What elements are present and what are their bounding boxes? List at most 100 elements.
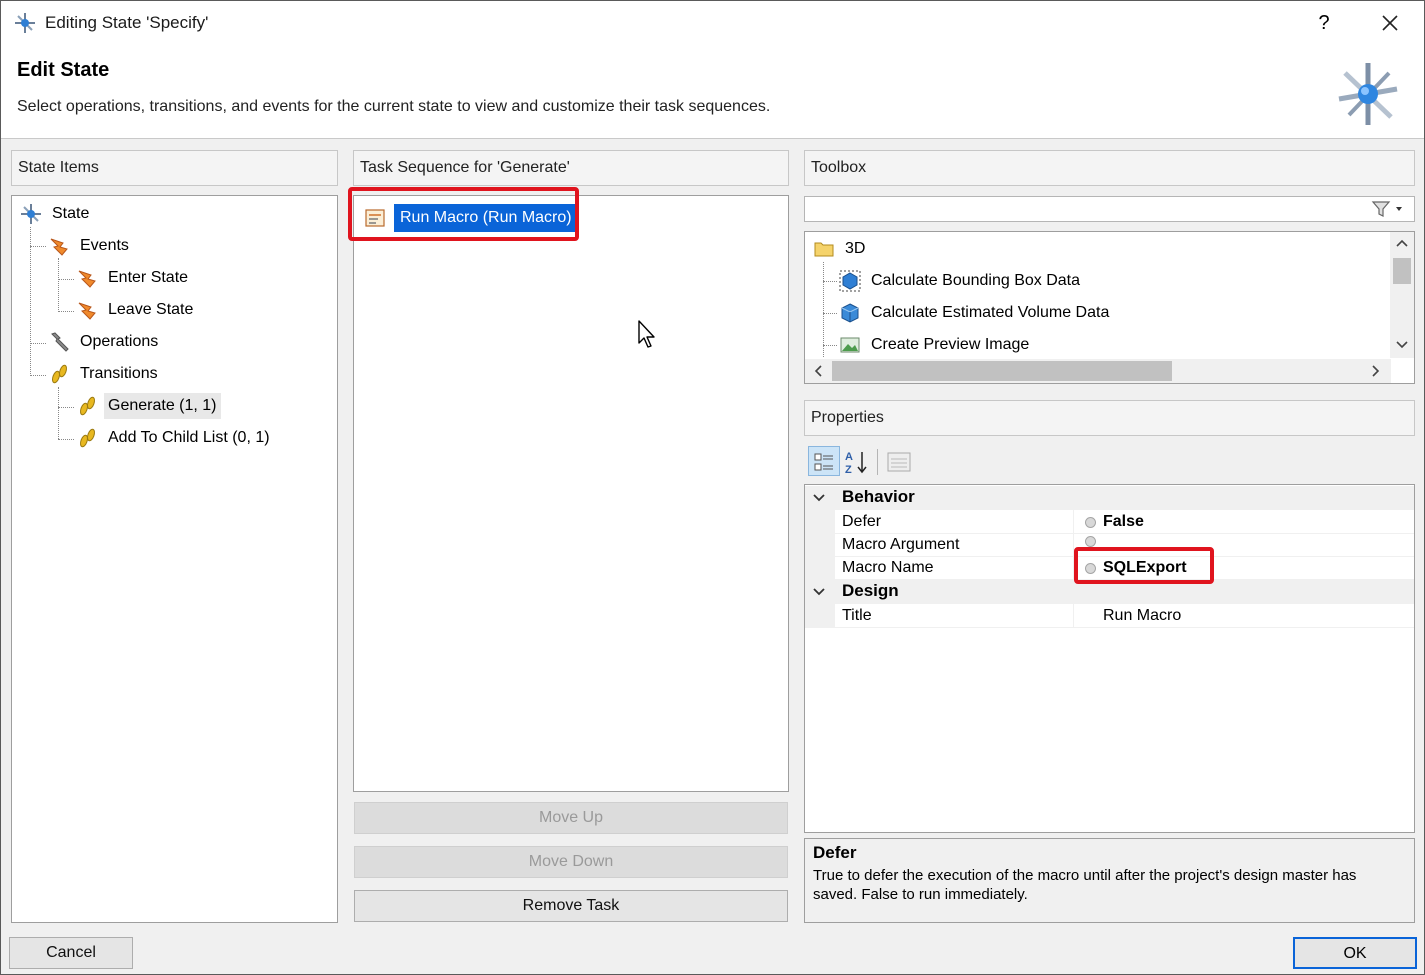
tree-item-label: State	[52, 205, 90, 222]
chevron-down-icon[interactable]	[812, 585, 826, 599]
tree-line	[30, 375, 46, 376]
toolbox-search-input[interactable]	[804, 196, 1415, 222]
sort-alphabetical-icon[interactable]: A Z	[844, 449, 870, 475]
wrench-icon	[51, 332, 69, 352]
state-items-tree[interactable]: State Events Enter State Leave State Ope…	[11, 195, 338, 923]
highlight-box	[1074, 547, 1214, 584]
volume-cube-icon	[841, 303, 859, 323]
toolbox-list[interactable]: 3D Calculate Bounding Box Data Calculate…	[804, 231, 1415, 384]
ok-button[interactable]: OK	[1293, 937, 1417, 969]
property-name: Defer	[842, 513, 882, 530]
category-label: Design	[842, 581, 899, 600]
svg-text:A: A	[845, 451, 853, 463]
help-button[interactable]: ?	[1301, 3, 1347, 43]
page-title: Edit State	[17, 59, 110, 81]
categorized-icon	[814, 453, 833, 471]
footprints-icon	[80, 396, 95, 416]
state-logo-icon	[1338, 63, 1398, 125]
property-category-behavior[interactable]: Behavior	[805, 486, 1414, 510]
description-text: True to defer the execution of the macro…	[813, 867, 1357, 903]
title-bar: Editing State 'Specify' ?	[1, 1, 1424, 45]
svg-text:Z: Z	[845, 464, 852, 475]
property-name: Title	[842, 607, 872, 624]
tree-line	[30, 227, 31, 374]
tree-line	[58, 387, 59, 439]
page-description: Select operations, transitions, and even…	[17, 98, 771, 115]
scrollbar-thumb[interactable]	[832, 361, 1172, 381]
tree-item-label: 3D	[845, 240, 866, 257]
tree-item-label: Add To Child List (0, 1)	[108, 429, 270, 446]
property-pages-icon[interactable]	[886, 451, 912, 473]
categorized-button[interactable]	[808, 446, 840, 476]
property-value[interactable]: Run Macro	[1103, 607, 1181, 625]
state-icon	[15, 13, 35, 33]
tree-line	[823, 281, 837, 282]
tree-item-label: Leave State	[108, 301, 194, 318]
tree-line	[58, 258, 59, 310]
scroll-right-icon[interactable]	[1371, 364, 1381, 378]
footprints-icon	[52, 364, 67, 384]
scroll-left-icon[interactable]	[813, 364, 823, 378]
move-up-button[interactable]: Move Up	[354, 802, 788, 834]
mouse-cursor-icon	[638, 320, 655, 348]
tree-item-label: Calculate Estimated Volume Data	[871, 304, 1110, 321]
property-row-title[interactable]: Title Run Macro	[805, 604, 1414, 628]
tree-item-label: Enter State	[108, 269, 189, 286]
toolbox-horizontal-scrollbar[interactable]	[805, 359, 1391, 383]
scrollbar-thumb[interactable]	[1393, 258, 1411, 284]
tree-line	[58, 311, 74, 312]
state-icon	[21, 204, 41, 224]
highlight-box	[348, 187, 579, 241]
bounding-box-icon	[839, 270, 861, 292]
tree-line	[58, 279, 74, 280]
toolbox-vertical-scrollbar[interactable]	[1390, 232, 1414, 358]
image-icon	[840, 337, 860, 353]
folder-icon	[814, 242, 834, 257]
tree-item-label: Generate (1, 1)	[104, 393, 221, 419]
property-value[interactable]: False	[1103, 513, 1144, 531]
task-sequence-heading: Task Sequence for 'Generate'	[353, 150, 789, 186]
property-description-panel: Defer True to defer the execution of the…	[804, 838, 1415, 923]
filter-icon[interactable]	[1370, 199, 1406, 219]
chevron-down-icon[interactable]	[812, 491, 826, 505]
state-items-heading: State Items	[11, 150, 338, 186]
tree-item-label: Calculate Bounding Box Data	[871, 272, 1081, 289]
tree-line	[30, 246, 46, 247]
category-label: Behavior	[842, 487, 915, 506]
property-row-defer[interactable]: Defer False	[805, 510, 1414, 534]
default-value-indicator-icon	[1085, 517, 1096, 528]
tree-line	[823, 262, 824, 357]
window-title: Editing State 'Specify'	[45, 13, 209, 32]
tree-line	[58, 407, 74, 408]
cancel-button[interactable]: Cancel	[9, 937, 133, 969]
property-grid[interactable]: Behavior Defer False Macro Argument Macr…	[804, 484, 1415, 833]
row-gutter	[805, 556, 835, 580]
scroll-up-icon[interactable]	[1395, 238, 1409, 248]
tree-line	[30, 343, 46, 344]
scroll-down-icon[interactable]	[1395, 340, 1409, 350]
event-icon	[78, 302, 96, 320]
event-icon	[78, 270, 96, 288]
dialog-header: Edit State Select operations, transition…	[1, 45, 1424, 139]
tree-item-label: Transitions	[80, 365, 158, 382]
property-name: Macro Argument	[842, 536, 960, 553]
property-name: Macro Name	[842, 559, 934, 576]
events-icon	[50, 238, 68, 256]
move-down-button[interactable]: Move Down	[354, 846, 788, 878]
tree-line	[823, 313, 837, 314]
row-gutter	[805, 533, 835, 557]
toolbar-separator	[877, 449, 878, 475]
row-gutter	[805, 604, 835, 628]
close-icon[interactable]	[1367, 3, 1413, 43]
column-separator	[1073, 604, 1074, 628]
description-title: Defer	[813, 843, 857, 862]
row-gutter	[805, 510, 835, 534]
remove-task-button[interactable]: Remove Task	[354, 890, 788, 922]
tree-item-label: Create Preview Image	[871, 336, 1030, 353]
column-separator	[1073, 510, 1074, 534]
footprints-icon	[80, 428, 95, 448]
default-value-indicator-icon	[1085, 536, 1096, 547]
tree-item-label: Events	[80, 237, 129, 254]
toolbox-heading: Toolbox	[804, 150, 1415, 186]
task-sequence-list[interactable]: Run Macro (Run Macro)	[353, 195, 789, 792]
